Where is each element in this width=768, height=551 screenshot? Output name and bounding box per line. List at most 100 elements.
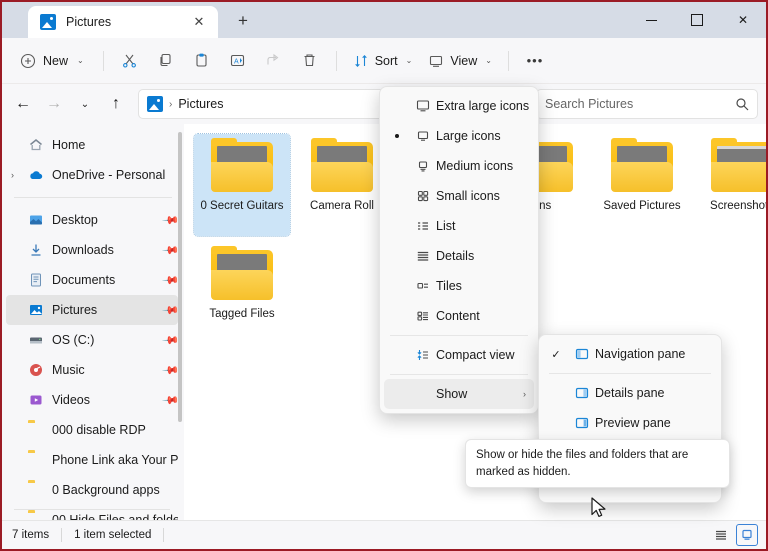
folder-icon [211,142,273,192]
file-label: 0 Secret Guitars [195,200,289,212]
sidebar-item-onedrive[interactable]: › OneDrive - Personal [6,160,178,190]
chevron-down-icon: ⌄ [485,56,492,65]
tab-pictures[interactable]: Pictures ✕ [28,6,218,38]
new-button[interactable]: New ⌄ [12,46,94,76]
sidebar-item-label: Home [52,138,178,152]
compact-view-icon [410,347,436,363]
close-tab-icon[interactable]: ✕ [188,11,210,33]
menu-item-list[interactable]: List [384,211,534,241]
menu-item-large-icons[interactable]: Large icons [384,121,534,151]
paste-button[interactable] [185,46,219,76]
sidebar-item-label: 0 Background apps [52,483,178,497]
delete-button[interactable] [293,46,327,76]
large-icons-view-icon[interactable] [736,524,758,546]
downloads-icon [28,242,44,258]
menu-item-label: Navigation pane [595,347,709,361]
recent-locations-button[interactable]: ⌄ [70,89,100,119]
view-dropdown-menu: Extra large icons Large icons Medium ico… [379,86,539,414]
menu-item-content[interactable]: Content [384,301,534,331]
sidebar-item-videos[interactable]: Videos 📌 [6,385,178,415]
menu-item-label: Show [436,387,523,401]
file-item-screenshots[interactable]: Screenshots [694,134,768,236]
sort-button[interactable]: Sort ⌄ [346,46,420,76]
copy-button[interactable] [149,46,183,76]
rename-icon: A [229,52,246,69]
content-icon [410,308,436,324]
tooltip: Show or hide the files and folders that … [465,439,730,488]
minimize-button[interactable] [628,2,674,38]
sidebar-item-000-disable-rdp[interactable]: 000 disable RDP [6,415,178,445]
view-toggles [710,524,758,546]
file-item-saved-pictures[interactable]: Saved Pictures [594,134,690,236]
drive-icon [28,332,44,348]
sidebar-item-pictures[interactable]: Pictures 📌 [6,295,178,325]
menu-item-medium-icons[interactable]: Medium icons [384,151,534,181]
sidebar-item-downloads[interactable]: Downloads 📌 [6,235,178,265]
menu-item-small-icons[interactable]: Small icons [384,181,534,211]
sidebar-item-documents[interactable]: Documents 📌 [6,265,178,295]
rename-button[interactable]: A [221,46,255,76]
back-button[interactable]: ← [8,89,38,119]
new-tab-button[interactable]: + [228,6,258,36]
menu-item-details[interactable]: Details [384,241,534,271]
up-button[interactable]: ↑ [101,89,131,119]
sidebar-item-label: Videos [52,393,156,407]
share-button[interactable] [257,46,291,76]
menu-item-tiles[interactable]: Tiles [384,271,534,301]
chevron-down-icon: ⌄ [77,56,84,65]
sidebar-item-00-hide-files[interactable]: 00 Hide Files and folders win [6,505,178,520]
file-label: Saved Pictures [595,200,689,212]
folder-icon [311,142,373,192]
sidebar-item-label: 00 Hide Files and folders win [52,513,178,520]
menu-divider [390,335,528,336]
file-item-camera-roll[interactable]: Camera Roll [294,134,390,236]
sidebar-item-label: OS (C:) [52,333,156,347]
pictures-icon [28,302,44,318]
sidebar-divider [14,197,172,198]
menu-item-label: Details pane [595,386,709,400]
sidebar-item-label: Phone Link aka Your Phone [52,453,178,467]
new-button-label: New [43,54,68,68]
menu-item-show[interactable]: Show › [384,379,534,409]
menu-item-navigation-pane[interactable]: ✓ Navigation pane [543,339,717,369]
chevron-right-icon[interactable]: › [11,160,14,190]
command-toolbar: New ⌄ A [2,38,766,84]
search-box[interactable] [536,89,758,119]
cut-button[interactable] [113,46,147,76]
sidebar-item-0-background-apps[interactable]: 0 Background apps [6,475,178,505]
folder-icon [28,422,44,438]
sidebar-item-music[interactable]: Music 📌 [6,355,178,385]
sidebar-item-label: Downloads [52,243,156,257]
sidebar-item-os-c[interactable]: OS (C:) 📌 [6,325,178,355]
search-input[interactable] [545,97,735,111]
tab-title: Pictures [66,15,178,29]
more-options-button[interactable]: ••• [518,46,552,76]
close-window-button[interactable]: ✕ [720,2,766,38]
menu-item-label: Extra large icons [436,99,529,113]
details-pane-icon [569,385,595,401]
title-bar: Pictures ✕ + ✕ [2,2,766,38]
view-button[interactable]: View ⌄ [421,46,499,76]
item-count-label: 7 items [12,529,49,541]
menu-item-extra-large-icons[interactable]: Extra large icons [384,91,534,121]
file-item-tagged-files[interactable]: Tagged Files [194,242,290,344]
sidebar-scrollbar[interactable] [178,132,182,422]
details-view-icon[interactable] [710,524,732,546]
maximize-button[interactable] [674,2,720,38]
sidebar-item-home[interactable]: Home [6,130,178,160]
file-explorer-window: Pictures ✕ + ✕ New ⌄ [0,0,768,551]
sidebar-item-phone-link[interactable]: Phone Link aka Your Phone [6,445,178,475]
menu-item-details-pane[interactable]: Details pane [543,378,717,408]
music-icon [28,362,44,378]
tiles-icon [410,278,436,294]
sidebar-item-desktop[interactable]: Desktop 📌 [6,205,178,235]
extra-large-icons-icon [410,98,436,114]
forward-button[interactable]: → [39,89,69,119]
menu-item-label: Content [436,309,526,323]
file-item-0-secret-guitars[interactable]: 0 Secret Guitars [194,134,290,236]
file-label: Screenshots [695,200,768,212]
menu-item-preview-pane[interactable]: Preview pane [543,408,717,438]
details-icon [410,248,436,264]
folder-icon [28,452,44,468]
menu-item-compact-view[interactable]: Compact view [384,340,534,370]
